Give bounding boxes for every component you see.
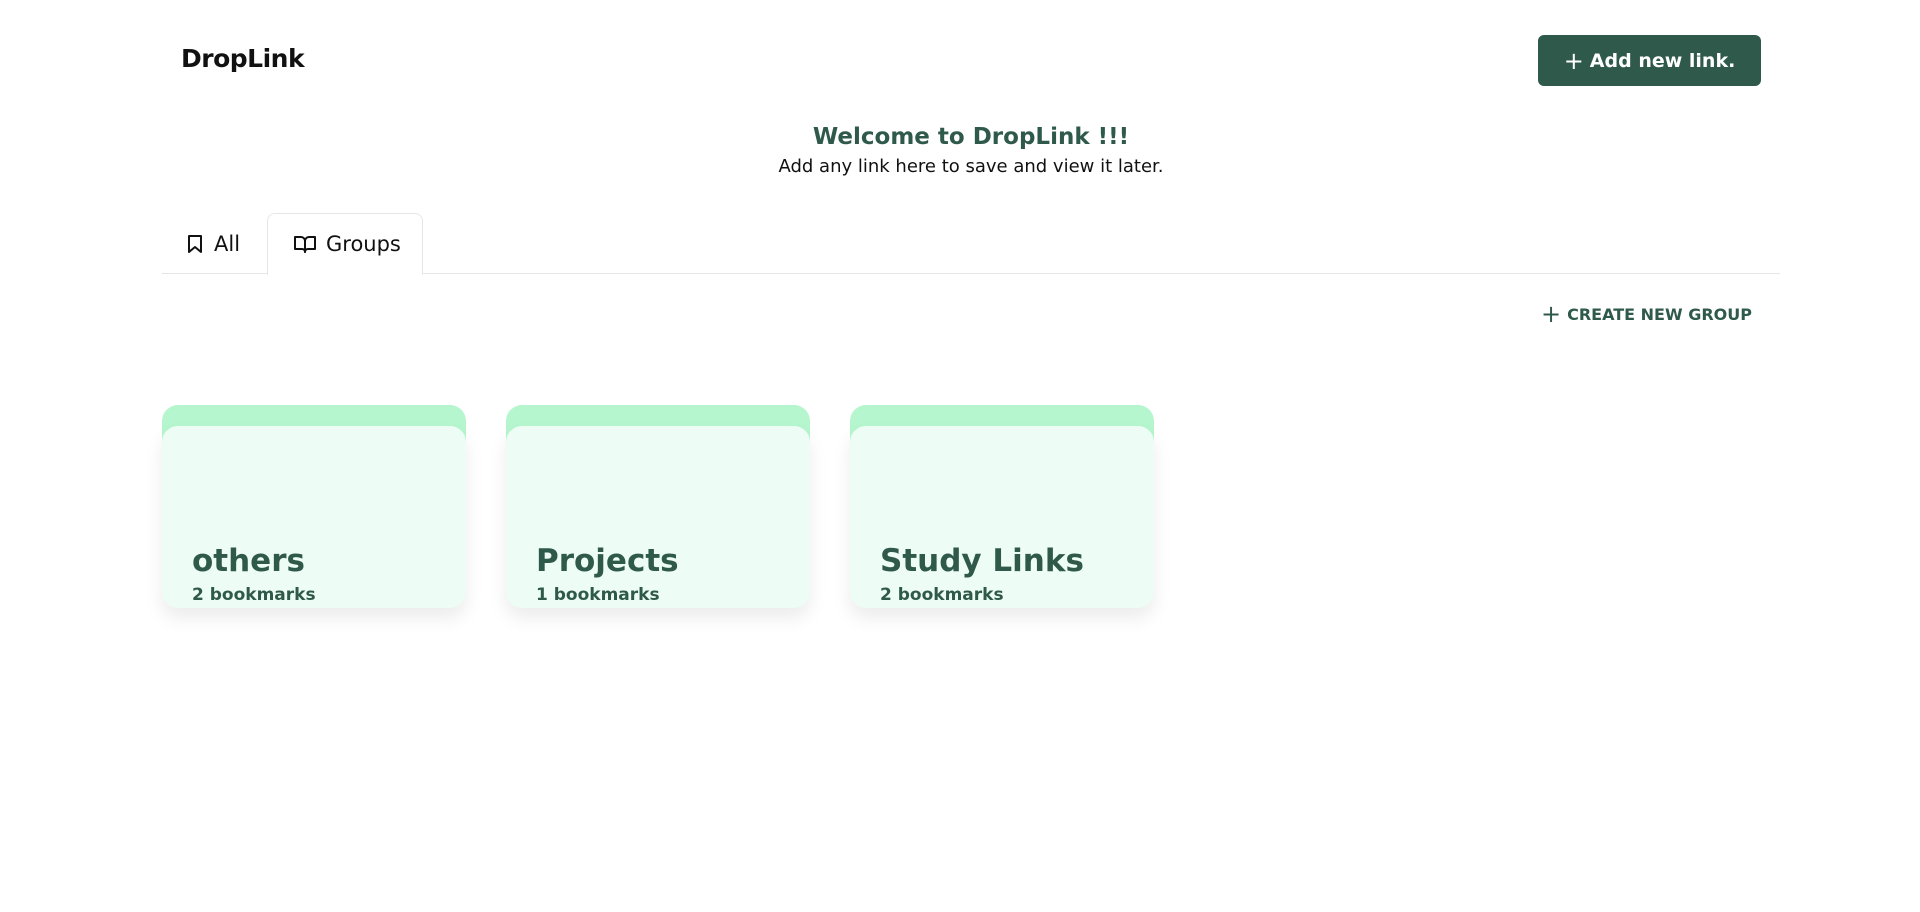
plus-icon: + [1563,46,1584,75]
tab-groups[interactable]: Groups [267,213,423,275]
bookmark-count: 2 bookmarks [880,585,1004,605]
app: DropLink + Add new link. Welcome to Drop… [0,0,1920,912]
book-open-icon [294,235,316,253]
group-name: others [192,543,305,579]
group-card[interactable]: Projects 1 bookmarks [506,405,810,608]
add-new-link-button[interactable]: + Add new link. [1538,35,1761,86]
tab-bar: All Groups [162,213,1780,275]
add-new-link-label: Add new link. [1589,49,1736,72]
group-name: Study Links [880,543,1084,579]
create-new-group-button[interactable]: + CREATE NEW GROUP [1541,302,1752,326]
brand-logo[interactable]: DropLink [181,44,305,73]
group-name: Projects [536,543,679,579]
create-new-group-label: CREATE NEW GROUP [1567,304,1752,324]
bookmark-icon [186,234,204,254]
welcome-subtitle: Add any link here to save and view it la… [778,156,1164,177]
card-body: Study Links 2 bookmarks [850,426,1154,608]
card-body: others 2 bookmarks [162,426,466,608]
bookmark-count: 1 bookmarks [536,585,660,605]
card-body: Projects 1 bookmarks [506,426,810,608]
group-card[interactable]: Study Links 2 bookmarks [850,405,1154,608]
welcome-banner: Welcome to DropLink !!! Add any link her… [0,124,1920,177]
bookmark-count: 2 bookmarks [192,585,316,605]
tab-all-label: All [214,231,241,256]
group-card[interactable]: others 2 bookmarks [162,405,466,608]
welcome-title: Welcome to DropLink !!! [812,124,1130,150]
tab-all[interactable]: All [186,213,240,274]
tab-groups-label: Groups [326,232,401,256]
plus-icon: + [1541,300,1562,328]
